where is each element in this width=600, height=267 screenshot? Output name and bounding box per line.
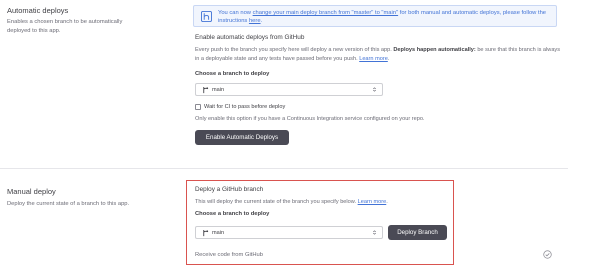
git-branch-icon — [203, 229, 209, 237]
deploy-github-branch-heading: Deploy a GitHub branch — [195, 186, 264, 193]
git-branch-icon — [203, 86, 209, 94]
manual-deploy-title: Manual deploy — [7, 187, 56, 196]
automatic-deploys-title: Automatic deploys — [7, 6, 69, 15]
automatic-choose-branch-label: Choose a branch to deploy — [195, 71, 270, 77]
section-divider — [0, 168, 568, 169]
check-circle-icon — [543, 250, 552, 259]
automatic-learn-more-link[interactable]: Learn more — [359, 56, 388, 62]
wait-for-ci-checkbox[interactable] — [195, 104, 201, 110]
notice-suffix: . — [260, 18, 263, 24]
explain-bold: Deploys happen automatically: — [393, 47, 476, 53]
automatic-explanation: Every push to the branch you specify her… — [195, 46, 565, 63]
chevron-updown-icon — [373, 230, 376, 235]
manual-branch-value: main — [212, 229, 225, 236]
manual-choose-branch-label: Choose a branch to deploy — [195, 211, 270, 217]
explain-end: . — [387, 55, 390, 62]
notice-text: You can now change your main deploy bran… — [218, 9, 554, 25]
manual-explain-end: . — [386, 199, 388, 205]
chevron-updown-icon — [373, 87, 376, 92]
instructions-here-link[interactable]: here — [249, 18, 261, 24]
enable-automatic-heading: Enable automatic deploys from GitHub — [195, 34, 305, 41]
manual-deploy-description: Deploy the current state of a branch to … — [7, 201, 130, 207]
enable-automatic-deploys-button[interactable]: Enable Automatic Deploys — [195, 130, 289, 145]
manual-explain-text: This will deploy the current state of th… — [195, 199, 358, 205]
manual-branch-select[interactable]: main — [195, 226, 383, 239]
heroku-logo-icon — [201, 11, 212, 22]
automatic-deploys-description: Enables a chosen branch to be automatica… — [7, 19, 123, 34]
automatic-branch-value: main — [212, 86, 225, 93]
notice-prefix: You can now — [218, 10, 253, 16]
explain-part-1: Every push to the branch you specify her… — [195, 47, 394, 53]
automatic-branch-select[interactable]: main — [195, 83, 383, 96]
receive-code-status: Receive code from GitHub — [195, 252, 263, 258]
ci-note: Only enable this option if you have a Co… — [195, 116, 425, 122]
manual-explanation: This will deploy the current state of th… — [195, 198, 445, 207]
wait-for-ci-label: Wait for CI to pass before deploy — [204, 104, 286, 110]
change-main-branch-link[interactable]: change your main deploy branch from "mas… — [253, 10, 399, 16]
main-branch-notice: You can now change your main deploy bran… — [193, 5, 557, 27]
deploy-branch-button[interactable]: Deploy Branch — [388, 225, 447, 240]
manual-learn-more-link[interactable]: Learn more — [358, 199, 387, 205]
